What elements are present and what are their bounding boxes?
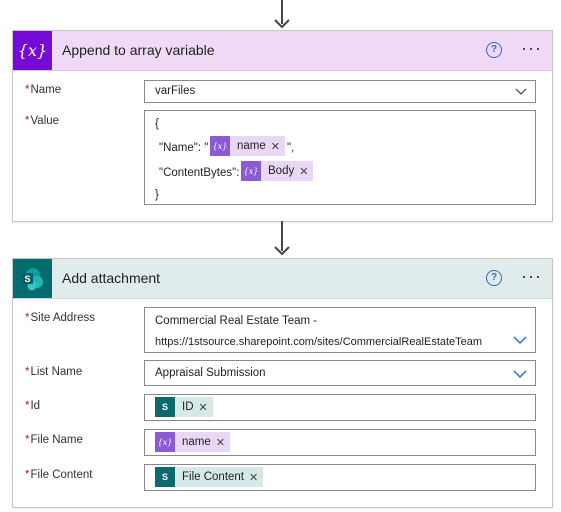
- more-options-icon[interactable]: ···: [521, 266, 542, 287]
- remove-token-icon[interactable]: ✕: [199, 401, 208, 414]
- value-name-key: "Name": ": [159, 142, 209, 154]
- file-name-label: *File Name: [25, 434, 83, 446]
- remove-token-icon[interactable]: ✕: [299, 165, 308, 178]
- id-label: *Id: [25, 400, 41, 412]
- list-name-value: Appraisal Submission: [155, 367, 266, 379]
- variable-token-icon: {x}: [241, 161, 261, 181]
- required-mark: *: [25, 400, 30, 412]
- site-address-dropdown[interactable]: Commercial Real Estate Team - https://1s…: [144, 307, 536, 353]
- variable-token-icon: {x}: [155, 432, 175, 452]
- sharepoint-icon: S: [13, 259, 52, 298]
- remove-token-icon[interactable]: ✕: [271, 140, 280, 153]
- file-content-input[interactable]: S File Content ✕: [144, 464, 536, 491]
- arrow-down-icon: [274, 246, 290, 256]
- help-icon[interactable]: ?: [486, 270, 502, 286]
- remove-token-icon[interactable]: ✕: [216, 436, 225, 449]
- card-header[interactable]: {x} Append to array variable ? ···: [13, 31, 552, 71]
- required-mark: *: [25, 312, 30, 324]
- variable-token-icon: {x}: [210, 136, 230, 156]
- name-label: *Name: [25, 84, 62, 96]
- variable-icon: {x}: [13, 31, 52, 70]
- name-dropdown[interactable]: varFiles: [144, 80, 536, 103]
- card-title: Add attachment: [62, 270, 161, 286]
- id-input[interactable]: S ID ✕: [144, 394, 536, 421]
- token-name[interactable]: {x} name ✕: [210, 136, 285, 156]
- help-icon[interactable]: ?: [486, 42, 502, 58]
- site-address-label: *Site Address: [25, 312, 96, 324]
- svg-text:S: S: [24, 274, 30, 284]
- chevron-down-icon: [515, 88, 527, 95]
- value-close-brace: }: [155, 189, 159, 201]
- sharepoint-token-icon: S: [155, 467, 175, 487]
- required-mark: *: [25, 84, 30, 96]
- chevron-down-icon: [513, 370, 527, 379]
- chevron-down-icon: [513, 336, 527, 345]
- flow-arrow-middle: [274, 221, 290, 257]
- required-mark: *: [25, 366, 30, 378]
- remove-token-icon[interactable]: ✕: [249, 471, 258, 484]
- list-name-label: *List Name: [25, 366, 83, 378]
- card-header[interactable]: S Add attachment ? ···: [13, 259, 552, 299]
- token-body[interactable]: {x} Body ✕: [241, 161, 314, 181]
- flow-arrow-top: [274, 0, 290, 30]
- value-name-suffix: ",: [287, 142, 295, 154]
- name-value: varFiles: [155, 85, 196, 97]
- token-file-content[interactable]: S File Content ✕: [155, 467, 264, 487]
- required-mark: *: [25, 434, 30, 446]
- append-to-array-card: {x} Append to array variable ? ··· *Name…: [12, 30, 553, 222]
- site-address-line1: Commercial Real Estate Team -: [155, 315, 318, 327]
- card-title: Append to array variable: [62, 42, 215, 58]
- value-open-brace: {: [155, 118, 159, 130]
- arrow-down-icon: [274, 19, 290, 29]
- required-mark: *: [25, 469, 30, 481]
- file-content-label: *File Content: [25, 469, 93, 481]
- site-address-line2: https://1stsource.sharepoint.com/sites/C…: [155, 336, 483, 348]
- value-label: *Value: [25, 115, 60, 127]
- value-bytes-key: "ContentBytes":: [159, 167, 240, 179]
- sharepoint-token-icon: S: [155, 397, 175, 417]
- token-name[interactable]: {x} name ✕: [155, 432, 230, 452]
- list-name-dropdown[interactable]: Appraisal Submission: [144, 360, 536, 386]
- required-mark: *: [25, 115, 30, 127]
- add-attachment-card: S Add attachment ? ··· *Site Address Com…: [12, 258, 553, 508]
- value-editor[interactable]: { "Name": " {x} name ✕ ", "ContentBytes"…: [144, 110, 536, 205]
- token-id[interactable]: S ID ✕: [155, 397, 213, 417]
- more-options-icon[interactable]: ···: [521, 38, 542, 59]
- file-name-input[interactable]: {x} name ✕: [144, 429, 536, 456]
